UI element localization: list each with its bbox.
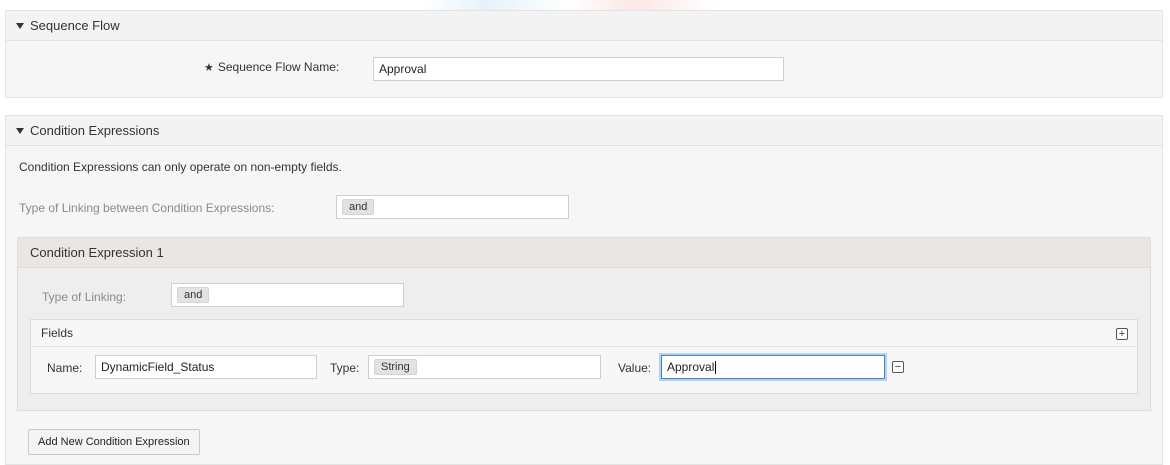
fields-title: Fields (31, 320, 1137, 347)
linking-between-select[interactable]: and (336, 195, 569, 219)
condition-expression-box: Condition Expression 1 Type of Linking: … (17, 237, 1151, 411)
text-caret (715, 360, 717, 374)
condition-expressions-note: Condition Expressions can only operate o… (19, 160, 342, 174)
sequence-flow-header[interactable]: Sequence Flow (6, 11, 1162, 41)
field-value-label: Value: (618, 361, 652, 375)
sequence-flow-title: Sequence Flow (30, 18, 120, 33)
sequence-flow-widget: Sequence Flow ★ Sequence Flow Name: Appr… (5, 10, 1163, 98)
minus-square-icon[interactable]: − (892, 361, 904, 373)
condition-expressions-title: Condition Expressions (30, 123, 160, 138)
collapse-triangle-icon[interactable] (16, 127, 24, 134)
plus-square-icon[interactable]: + (1116, 328, 1128, 340)
expression-linking-value: and (177, 287, 210, 303)
collapse-triangle-icon[interactable] (16, 22, 24, 29)
expression-linking-label: Type of Linking: (42, 290, 127, 304)
condition-expressions-widget: Condition Expressions Condition Expressi… (5, 115, 1163, 465)
linking-between-value: and (342, 199, 375, 215)
field-name-label: Name: (47, 361, 83, 375)
condition-expressions-header[interactable]: Condition Expressions (6, 116, 1162, 146)
sequence-flow-name-input[interactable]: Approval (373, 57, 784, 81)
field-type-select[interactable]: String (368, 355, 601, 379)
field-name-input[interactable]: DynamicField_Status (95, 355, 317, 379)
add-condition-expression-button[interactable]: Add New Condition Expression (28, 429, 200, 455)
sequence-flow-name-label: ★ Sequence Flow Name: (204, 60, 340, 74)
field-type-label: Type: (330, 361, 360, 375)
condition-expression-title: Condition Expression 1 (18, 238, 1150, 268)
fields-box: Fields + Name: DynamicField_Status Type:… (30, 319, 1138, 394)
field-value-input[interactable]: Approval (661, 355, 885, 379)
required-star-icon: ★ (204, 61, 214, 74)
expression-linking-select[interactable]: and (171, 283, 404, 307)
field-type-value: String (374, 359, 417, 375)
linking-between-label: Type of Linking between Condition Expres… (19, 201, 275, 215)
